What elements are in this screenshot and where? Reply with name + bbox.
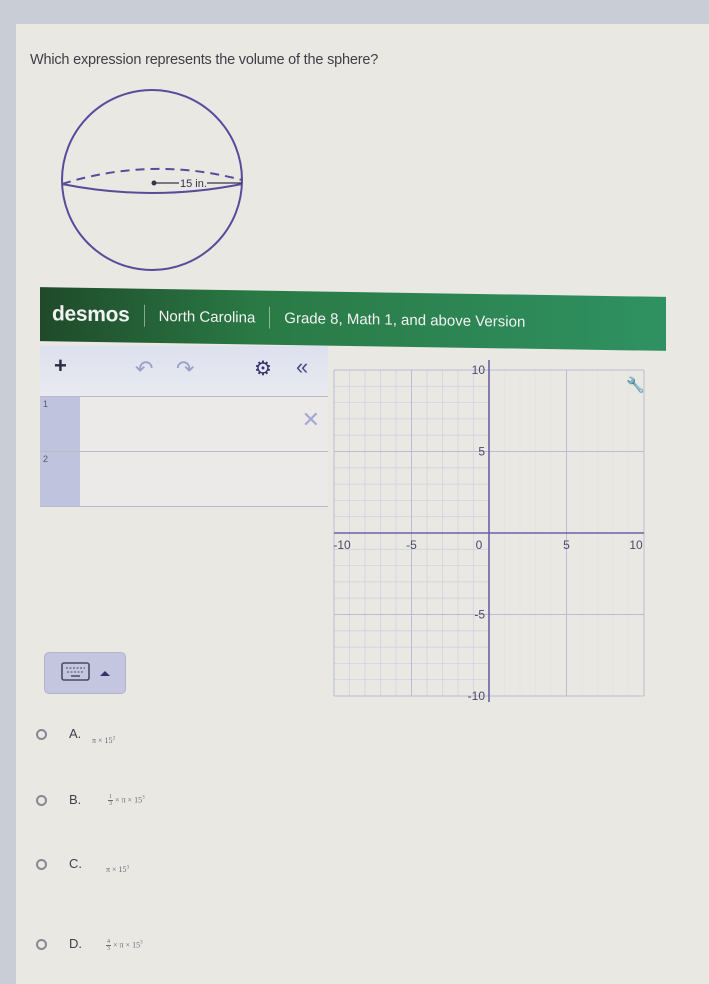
option-letter: C. bbox=[69, 856, 82, 871]
exponent: 3 bbox=[140, 940, 143, 946]
settings-gear-icon[interactable]: ⚙ bbox=[254, 356, 272, 381]
expression-index: 2 bbox=[40, 452, 80, 506]
expression-index: 1 bbox=[40, 397, 80, 451]
option-expression: π × 153 bbox=[106, 865, 129, 874]
redo-button[interactable]: ↷ bbox=[176, 356, 194, 382]
denominator: 3 bbox=[107, 946, 110, 952]
x-tick-label: -5 bbox=[406, 538, 417, 552]
y-tick-label: 5 bbox=[478, 445, 485, 459]
radio-button[interactable] bbox=[36, 729, 47, 740]
add-expression-button[interactable]: + bbox=[54, 353, 67, 379]
y-tick-label: 10 bbox=[472, 363, 486, 377]
undo-button[interactable]: ↶ bbox=[135, 356, 153, 382]
option-letter: B. bbox=[69, 792, 82, 807]
answer-option-a[interactable]: A. bbox=[36, 726, 81, 741]
radio-button[interactable] bbox=[36, 859, 47, 870]
radio-button[interactable] bbox=[36, 939, 47, 950]
x-tick-label: 10 bbox=[629, 538, 643, 552]
x-tick-label: 0 bbox=[476, 538, 483, 552]
delete-expression-icon[interactable]: ✕ bbox=[302, 407, 320, 433]
expression-row[interactable]: 1 ✕ bbox=[40, 397, 328, 452]
keyboard-icon bbox=[61, 662, 110, 681]
divider bbox=[269, 306, 271, 329]
desmos-logo: desmos bbox=[52, 302, 130, 327]
keyboard-toggle-button[interactable] bbox=[44, 652, 126, 694]
option-expression: 43 × π × 153 bbox=[106, 939, 143, 952]
x-tick-label: -10 bbox=[333, 538, 351, 552]
answer-option-b[interactable]: B. bbox=[36, 792, 81, 807]
divider bbox=[143, 304, 145, 327]
expression-text: π × 15 bbox=[92, 736, 113, 745]
expression-toolbar: + ↶ ↷ ⚙ « bbox=[40, 346, 328, 397]
expression-row[interactable]: 2 bbox=[40, 452, 328, 507]
y-tick-label: -10 bbox=[468, 689, 486, 703]
graph-canvas[interactable]: -10 -5 0 5 10 10 5 -5 -10 🔧 bbox=[326, 356, 656, 708]
option-letter: D. bbox=[69, 936, 82, 951]
radio-button[interactable] bbox=[36, 795, 47, 806]
y-tick-label: -5 bbox=[474, 608, 485, 622]
radius-label: 15 in. bbox=[180, 178, 207, 190]
answer-option-d[interactable]: D. bbox=[36, 936, 82, 951]
region-label: North Carolina bbox=[158, 307, 256, 326]
expression-text: π × 15 bbox=[106, 865, 127, 874]
collapse-panel-button[interactable]: « bbox=[296, 354, 308, 380]
sphere-figure: 15 in. bbox=[61, 89, 243, 271]
exponent: 2 bbox=[112, 736, 116, 742]
answer-option-c[interactable]: C. bbox=[36, 856, 82, 871]
option-expression: 13 × π × 153 bbox=[108, 794, 145, 807]
wrench-icon[interactable]: 🔧 bbox=[626, 375, 645, 394]
denominator: 3 bbox=[109, 801, 112, 807]
caret-up-icon bbox=[100, 671, 110, 676]
x-tick-label: 5 bbox=[563, 538, 570, 552]
version-label: Grade 8, Math 1, and above Version bbox=[284, 309, 526, 331]
question-text: Which expression represents the volume o… bbox=[30, 52, 379, 68]
exponent: 3 bbox=[126, 865, 130, 871]
desmos-header: desmos North Carolina Grade 8, Math 1, a… bbox=[40, 287, 666, 351]
option-expression: π × 152 bbox=[92, 736, 115, 745]
option-letter: A. bbox=[69, 726, 82, 741]
expression-text: × π × 15 bbox=[113, 795, 143, 805]
expression-panel: + ↶ ↷ ⚙ « 1 ✕ 2 bbox=[40, 346, 328, 507]
exponent: 3 bbox=[142, 795, 145, 801]
expression-text: × π × 15 bbox=[111, 940, 141, 950]
